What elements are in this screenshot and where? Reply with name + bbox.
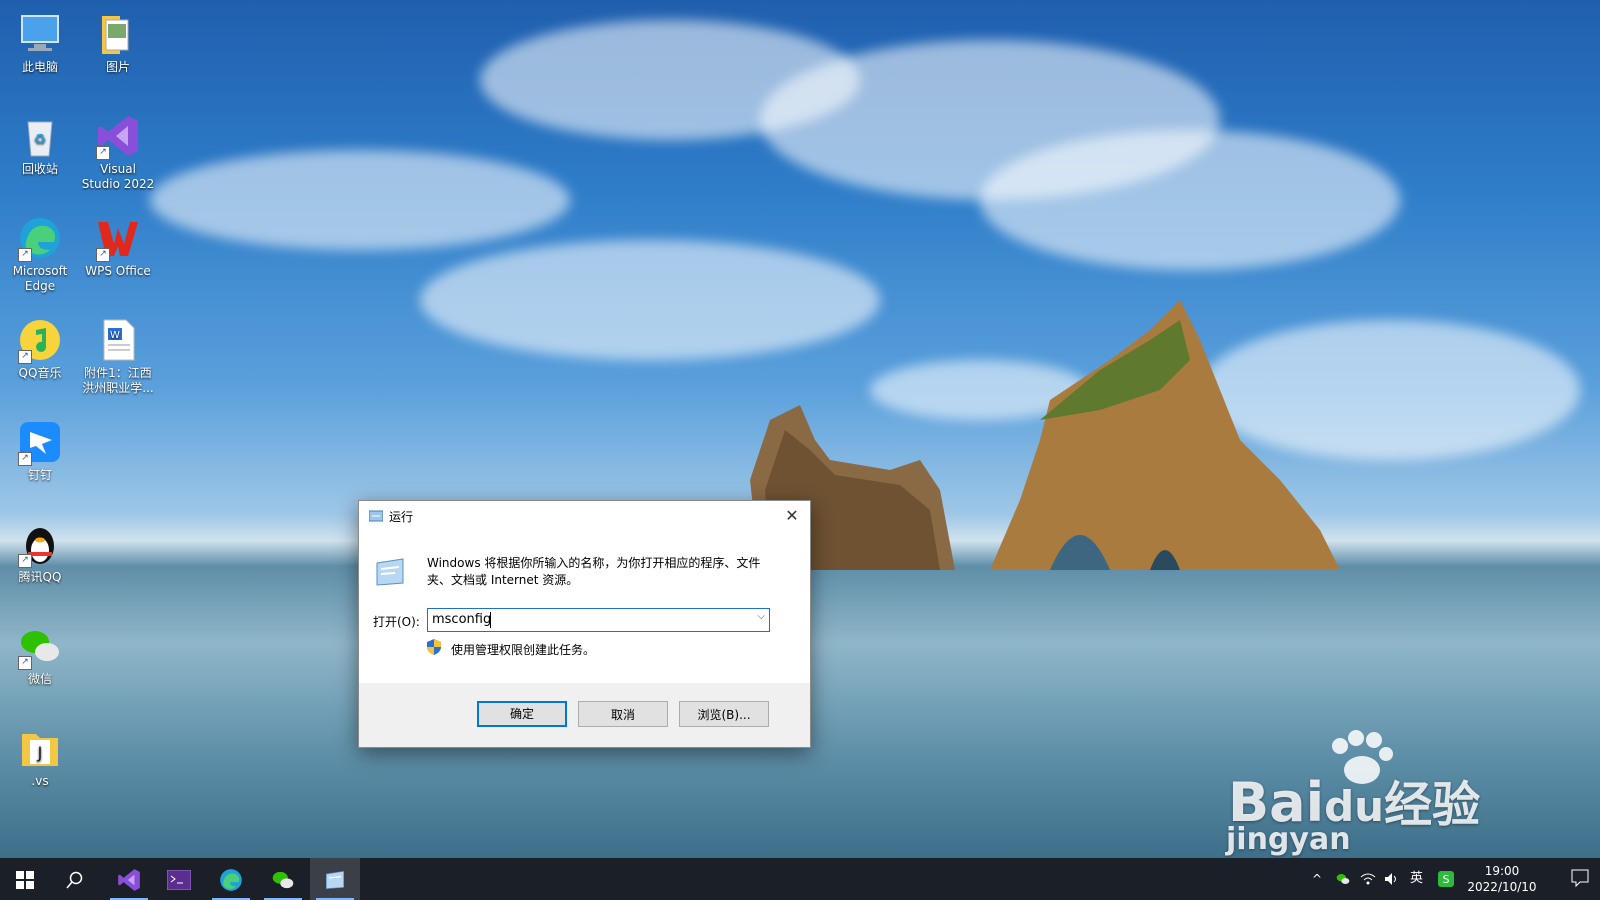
wechat-icon: ↗	[16, 622, 64, 670]
open-combobox[interactable]: msconfig ⌵	[427, 608, 770, 632]
baidu-paw-logo	[1322, 728, 1402, 788]
this-pc-icon	[16, 10, 64, 58]
desktop-icon-qq[interactable]: ↗ 腾讯QQ	[2, 520, 78, 585]
desktop-icon-label: 微信	[27, 672, 52, 686]
pictures-folder-icon	[94, 10, 142, 58]
notification-icon	[1571, 869, 1589, 888]
admin-note: 使用管理权限创建此任务。	[451, 643, 596, 657]
run-dialog-titlebar[interactable]: 运行 ✕	[359, 501, 810, 531]
taskbar-run[interactable]	[310, 858, 360, 900]
run-app-icon	[368, 510, 384, 522]
taskbar-clock[interactable]: 19:00 2022/10/10	[1462, 863, 1542, 895]
open-input[interactable]: msconfig	[432, 612, 491, 627]
search-button[interactable]	[50, 858, 100, 900]
tray-wechat-icon[interactable]	[1334, 858, 1352, 900]
action-center-button[interactable]	[1570, 868, 1590, 888]
windows-logo-icon	[16, 870, 34, 889]
terminal-icon	[166, 869, 192, 890]
taskbar-visual-studio[interactable]	[104, 858, 154, 900]
qq-music-icon: ↗	[16, 316, 64, 364]
wechat-icon	[272, 871, 294, 888]
word-document-icon: W	[94, 316, 142, 364]
clock-date: 2022/10/10	[1467, 880, 1537, 894]
shortcut-arrow-icon: ↗	[96, 146, 110, 160]
desktop-icon-label: 附件1：江西洪州职业学...	[82, 366, 154, 395]
desktop-icon-label: Microsoft Edge	[12, 264, 68, 293]
desktop-icon-label: .vs	[31, 774, 49, 788]
desktop-icon-visual-studio[interactable]: ↗ Visual Studio 2022	[80, 112, 156, 192]
wps-office-icon: ↗	[94, 214, 142, 262]
search-icon	[66, 871, 83, 888]
desktop[interactable]: 此电脑 ♻ 回收站 ↗ Microsoft Edge ↗ QQ音乐 ↗ 钉钉 ↗…	[0, 0, 1600, 858]
desktop-icon-label: 此电脑	[21, 60, 58, 74]
start-button[interactable]	[0, 858, 50, 900]
baidu-watermark-url: jingyan	[1226, 822, 1351, 857]
run-dialog-footer: 确定 取消 浏览(B)...	[359, 683, 810, 747]
shortcut-arrow-icon: ↗	[18, 452, 32, 466]
svg-text:W: W	[110, 330, 120, 341]
run-dialog-title: 运行	[389, 510, 414, 524]
svg-text:♻: ♻	[34, 132, 47, 148]
taskbar[interactable]: ^ 英 S 19:00 2022/10/10	[0, 858, 1600, 900]
desktop-icon-label: 回收站	[21, 162, 58, 176]
svg-text:S: S	[1443, 873, 1450, 886]
desktop-icon-edge[interactable]: ↗ Microsoft Edge	[2, 214, 78, 294]
svg-text:J: J	[37, 743, 43, 762]
desktop-icon-recycle-bin[interactable]: ♻ 回收站	[2, 112, 78, 177]
desktop-icon-wps-office[interactable]: ↗ WPS Office	[80, 214, 156, 279]
desktop-icon-vs-folder[interactable]: J .vs	[2, 724, 78, 789]
taskbar-wechat[interactable]	[258, 858, 308, 900]
volume-icon[interactable]	[1384, 858, 1400, 900]
shortcut-arrow-icon: ↗	[18, 248, 32, 262]
desktop-icon-label: Visual Studio 2022	[81, 162, 155, 191]
sogou-input-icon[interactable]: S	[1438, 858, 1454, 900]
ime-indicator[interactable]: 英	[1410, 858, 1423, 900]
browse-button[interactable]: 浏览(B)...	[679, 701, 769, 727]
desktop-icon-label: 图片	[105, 60, 130, 74]
run-large-icon	[373, 557, 407, 587]
cancel-button[interactable]: 取消	[578, 701, 668, 727]
run-app-icon	[326, 870, 344, 889]
shortcut-arrow-icon: ↗	[18, 656, 32, 670]
desktop-icon-wechat[interactable]: ↗ 微信	[2, 622, 78, 687]
chevron-down-icon[interactable]: ⌵	[757, 611, 765, 622]
visual-studio-icon	[118, 868, 140, 891]
desktop-icon-attachment-doc[interactable]: W 附件1：江西洪州职业学...	[80, 316, 156, 396]
desktop-icon-label: QQ音乐	[18, 366, 62, 380]
shortcut-arrow-icon: ↗	[18, 554, 32, 568]
visual-studio-icon: ↗	[94, 112, 142, 160]
open-label: 打开(O):	[373, 615, 420, 629]
desktop-icon-label: 钉钉	[27, 468, 52, 482]
close-button[interactable]: ✕	[774, 501, 810, 531]
shortcut-arrow-icon: ↗	[96, 248, 110, 262]
folder-icon: J	[16, 724, 64, 772]
desktop-icon-pictures[interactable]: 图片	[80, 10, 156, 75]
taskbar-edge[interactable]	[206, 858, 256, 900]
close-icon: ✕	[785, 506, 799, 525]
desktop-icon-dingtalk[interactable]: ↗ 钉钉	[2, 418, 78, 483]
qq-penguin-icon: ↗	[16, 520, 64, 568]
edge-icon: ↗	[16, 214, 64, 262]
shortcut-arrow-icon: ↗	[18, 350, 32, 364]
run-description: Windows 将根据你所输入的名称，为你打开相应的程序、文件夹、文档或 Int…	[427, 556, 761, 587]
text-caret	[490, 612, 491, 628]
edge-icon	[220, 868, 242, 891]
dingtalk-icon: ↗	[16, 418, 64, 466]
ok-button[interactable]: 确定	[477, 701, 567, 727]
recycle-bin-icon: ♻	[16, 112, 64, 160]
network-icon[interactable]	[1360, 858, 1376, 900]
taskbar-dev-terminal[interactable]	[154, 858, 204, 900]
clock-time: 19:00	[1484, 864, 1520, 878]
uac-shield-icon	[427, 639, 441, 655]
run-dialog[interactable]: 运行 ✕ Windows 将根据你所输入的名称，为你打开相应的程序、文件夹、文档…	[358, 500, 811, 748]
desktop-icon-label: 腾讯QQ	[18, 570, 62, 584]
desktop-icon-qq-music[interactable]: ↗ QQ音乐	[2, 316, 78, 381]
rock-arch-image	[990, 300, 1340, 570]
desktop-icon-this-pc[interactable]: 此电脑	[2, 10, 78, 75]
tray-chevron-icon[interactable]: ^	[1312, 858, 1322, 900]
desktop-icon-label: WPS Office	[85, 264, 151, 278]
